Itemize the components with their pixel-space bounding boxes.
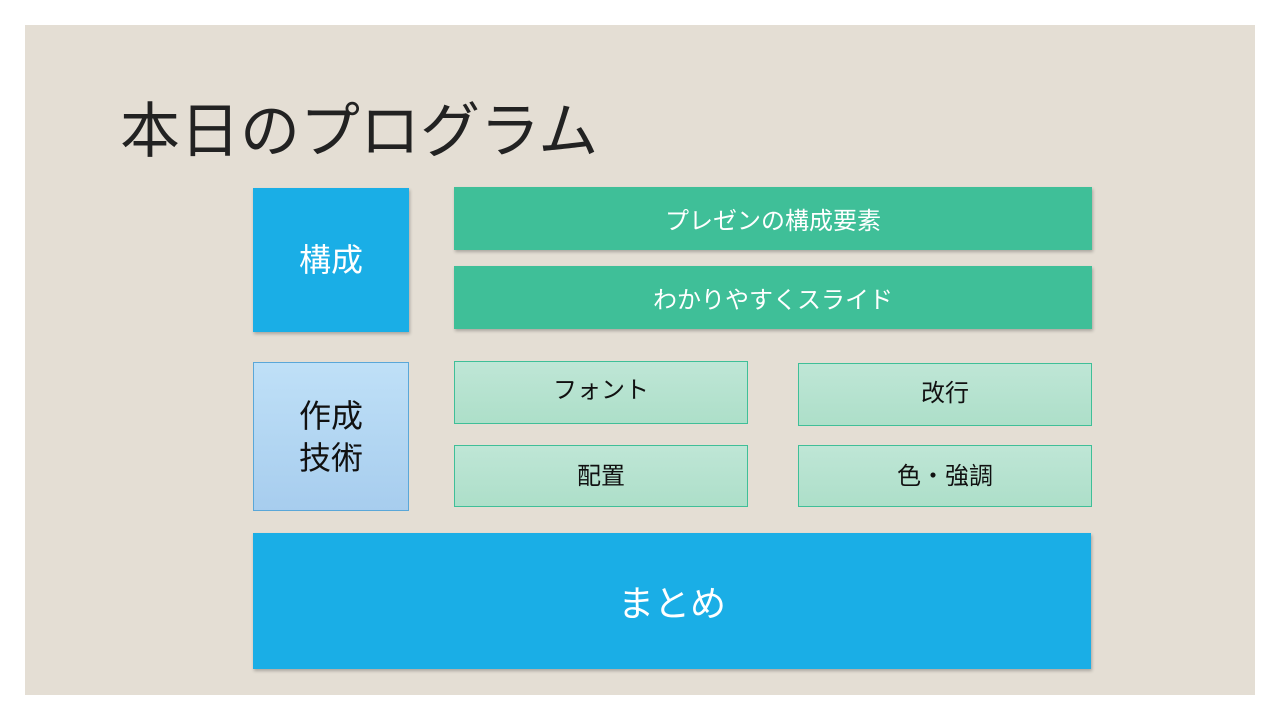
technique-item-layout: 配置 xyxy=(454,445,748,507)
technique-section-box: 作成 技術 xyxy=(253,362,409,511)
technique-item-label: 改行 xyxy=(921,379,969,407)
technique-section-label: 作成 技術 xyxy=(299,395,363,479)
summary-section-label: まとめ xyxy=(617,584,726,625)
technique-item-line-break: 改行 xyxy=(798,363,1092,426)
technique-label-line-2: 技術 xyxy=(298,438,363,477)
technique-item-label: フォント xyxy=(553,376,649,404)
structure-section-label: 構成 xyxy=(298,241,363,279)
structure-section-box: 構成 xyxy=(253,188,409,332)
structure-item-presentation-elements: プレゼンの構成要素 xyxy=(454,187,1092,250)
structure-item-clear-slides: わかりやすくスライド xyxy=(454,266,1092,329)
summary-section-box: まとめ xyxy=(253,533,1091,669)
technique-item-font: フォント xyxy=(454,361,748,424)
structure-item-label: わかりやすくスライド xyxy=(653,286,893,314)
structure-item-label: プレゼンの構成要素 xyxy=(665,207,881,235)
technique-label-line-1: 作成 xyxy=(298,396,363,435)
technique-item-label: 配置 xyxy=(577,461,625,490)
slide-title: 本日のプログラム xyxy=(120,97,599,167)
technique-item-color-emphasis: 色・強調 xyxy=(798,445,1092,507)
technique-item-label: 色・強調 xyxy=(897,461,993,490)
